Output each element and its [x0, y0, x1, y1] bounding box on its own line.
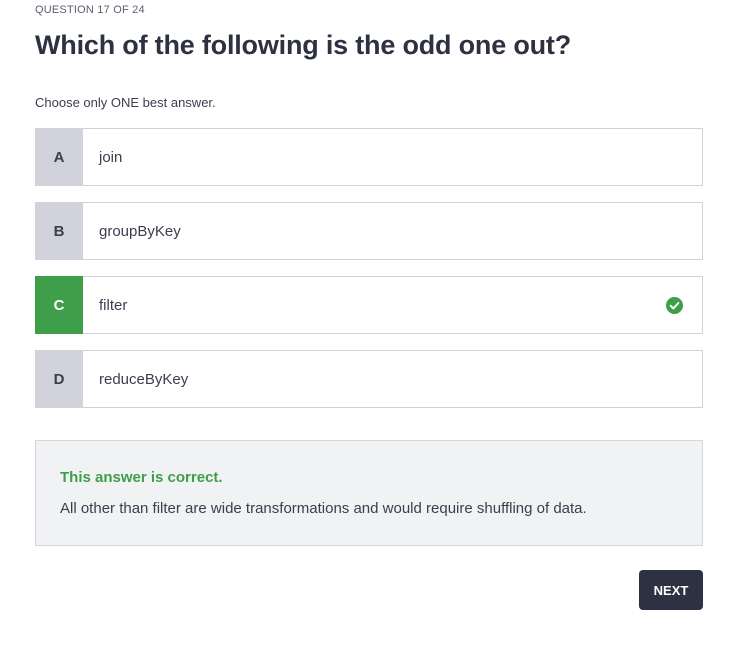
check-circle-icon — [666, 277, 702, 333]
next-button[interactable]: NEXT — [639, 570, 703, 610]
option-text: join — [99, 148, 123, 166]
option-a[interactable]: A join — [35, 128, 703, 186]
question-title: Which of the following is the odd one ou… — [35, 30, 572, 60]
answer-feedback-panel: This answer is correct. All other than f… — [35, 440, 703, 546]
option-letter: B — [35, 202, 83, 260]
answer-instruction: Choose only ONE best answer. — [35, 95, 216, 110]
option-d[interactable]: D reduceByKey — [35, 350, 703, 408]
option-letter: A — [35, 128, 83, 186]
option-letter: C — [35, 276, 83, 334]
feedback-explanation: All other than filter are wide transform… — [60, 500, 587, 517]
option-c[interactable]: C filter — [35, 276, 703, 334]
option-text: reduceByKey — [99, 370, 189, 388]
question-progress: QUESTION 17 OF 24 — [35, 4, 145, 16]
answer-options: A join B groupByKey C filter D reduceByK… — [35, 128, 703, 424]
feedback-title: This answer is correct. — [60, 469, 223, 486]
option-text: filter — [99, 296, 128, 314]
option-text: groupByKey — [99, 222, 181, 240]
option-b[interactable]: B groupByKey — [35, 202, 703, 260]
option-letter: D — [35, 350, 83, 408]
